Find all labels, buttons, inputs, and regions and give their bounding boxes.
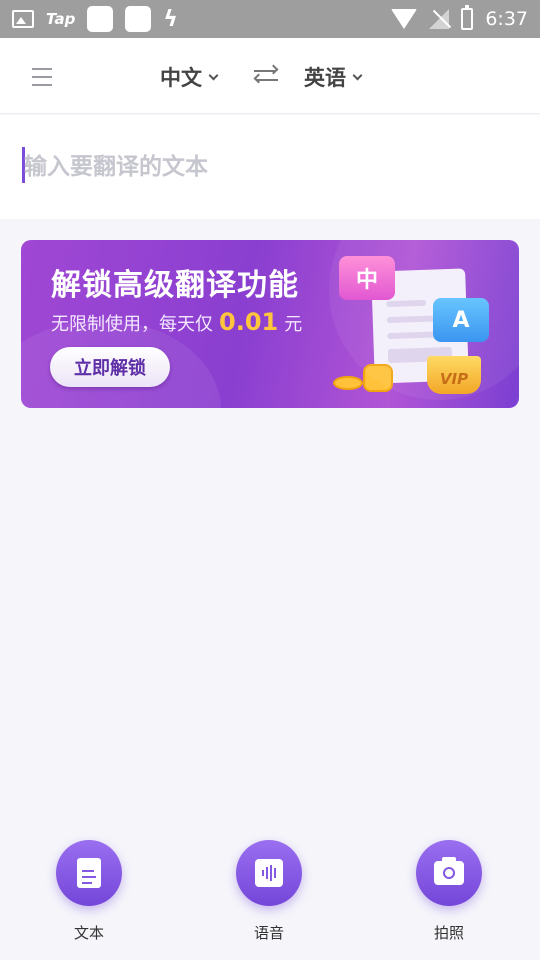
- banner-subtitle-text: 无限制使用，每天仅: [51, 314, 213, 335]
- no-signal-icon: [429, 9, 450, 29]
- status-bar: Tap ϟ 6:37: [0, 0, 540, 38]
- voice-icon: [255, 859, 283, 887]
- voice-mode-button[interactable]: [236, 840, 302, 906]
- translator-header: 中文 英语: [0, 38, 540, 114]
- english-bubble-icon: A: [433, 298, 489, 342]
- coin-icon: [333, 376, 363, 390]
- source-language-label: 中文: [160, 66, 202, 90]
- unlock-promo-banner[interactable]: 解锁高级翻译功能 无限制使用，每天仅 0.01 元 立即解锁 中 A VIP: [21, 240, 519, 408]
- vip-ingot-icon: VIP: [427, 356, 481, 394]
- chevron-down-icon: [352, 70, 363, 80]
- document-illustration: [371, 268, 469, 384]
- banner-subtitle: 无限制使用，每天仅 0.01 元: [51, 308, 302, 336]
- image-notification-icon: [12, 10, 34, 28]
- camera-mode-button[interactable]: [416, 840, 482, 906]
- text-mode-button[interactable]: [56, 840, 122, 906]
- swap-languages-icon[interactable]: [253, 64, 279, 86]
- voice-mode-label: 语音: [253, 924, 284, 942]
- chinese-bubble-icon: 中: [339, 256, 395, 300]
- target-language-label: 英语: [304, 66, 346, 90]
- coin-stack-icon: [363, 364, 393, 392]
- battery-icon: [461, 5, 474, 30]
- camera-mode-label: 拍照: [433, 924, 464, 942]
- target-language-select[interactable]: 英语: [304, 62, 363, 92]
- text-mode-label: 文本: [73, 924, 104, 942]
- app-notification-icon: [125, 6, 152, 32]
- tap-notification-label: Tap: [46, 10, 76, 28]
- translate-text-input[interactable]: [24, 147, 514, 187]
- document-icon: [77, 858, 101, 888]
- camera-icon: [434, 857, 464, 885]
- text-input-area: [0, 115, 540, 219]
- banner-price: 0.01: [219, 308, 279, 336]
- status-time: 6:37: [485, 8, 528, 30]
- wifi-icon: [391, 9, 418, 29]
- menu-icon[interactable]: [32, 68, 52, 88]
- banner-title: 解锁高级翻译功能: [51, 268, 299, 303]
- unlock-now-button[interactable]: 立即解锁: [50, 347, 170, 387]
- banner-price-unit: 元: [284, 314, 303, 335]
- chevron-down-icon: [208, 70, 219, 80]
- charging-notification-icon: ϟ: [163, 6, 178, 32]
- source-language-select[interactable]: 中文: [160, 62, 219, 92]
- app-notification-icon: [87, 6, 114, 32]
